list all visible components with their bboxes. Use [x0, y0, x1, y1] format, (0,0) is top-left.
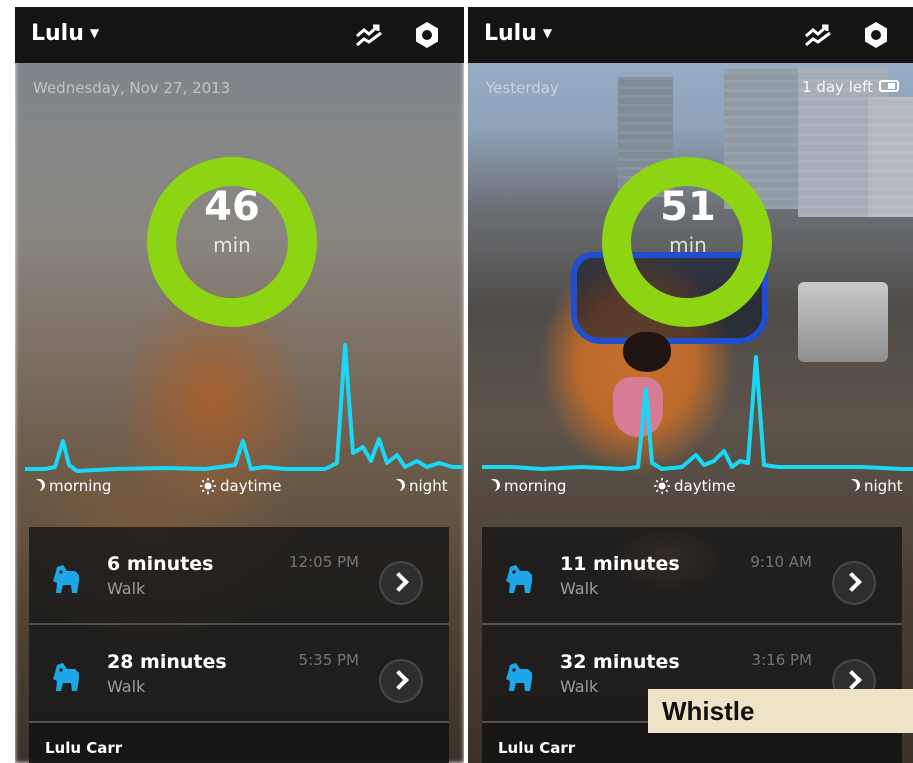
chevron-right-icon [842, 670, 862, 690]
morning-text: morning [49, 477, 112, 495]
time-of-day-labels: morning daytime night [468, 475, 913, 499]
trend-icon[interactable] [354, 21, 384, 49]
ring-minutes-value: 46 [204, 184, 260, 230]
chevron-right-icon [389, 670, 409, 690]
activity-type: Walk [560, 677, 599, 696]
night-label: night [848, 477, 903, 495]
activity-duration: 6 minutes [107, 553, 214, 575]
dog-icon [506, 565, 532, 593]
daytime-text: daytime [674, 477, 736, 495]
daytime-label: daytime [654, 477, 735, 495]
hexagon-settings-icon[interactable] [861, 20, 891, 50]
activity-time: 3:16 PM [751, 651, 812, 669]
dog-icon [53, 565, 79, 593]
right-phone-screen: Lulu ▼ Yesterday 1 day left 51 min mornin… [468, 7, 913, 763]
top-bar: Lulu ▼ [468, 7, 913, 63]
daytime-label: daytime [200, 477, 281, 495]
whistle-watermark: Whistle [648, 689, 913, 733]
activity-duration: 32 minutes [560, 651, 680, 673]
caret-down-icon: ▼ [89, 26, 100, 40]
activity-type: Walk [107, 677, 146, 696]
morning-label: morning [488, 477, 566, 495]
left-phone-screen: Lulu ▼ Wednesday, Nov 27, 2013 46 min mor… [15, 7, 464, 763]
date-label: Wednesday, Nov 27, 2013 [33, 79, 231, 97]
dog-icon [53, 663, 79, 691]
time-of-day-labels: morning daytime night [15, 475, 464, 499]
activity-time: 9:10 AM [750, 553, 812, 571]
sun-icon [200, 478, 216, 494]
activity-detail-button[interactable] [832, 561, 876, 605]
daytime-text: daytime [220, 477, 282, 495]
pet-name-label: Lulu [484, 21, 537, 46]
moon-icon [30, 480, 42, 492]
activity-detail-button[interactable] [379, 659, 423, 703]
chevron-right-icon [389, 572, 409, 592]
activity-card[interactable]: 28 minutes Walk 5:35 PM [29, 625, 449, 723]
hexagon-settings-icon[interactable] [412, 20, 442, 50]
pet-selector[interactable]: Lulu ▼ [484, 21, 552, 46]
building [868, 97, 913, 217]
activity-graph [482, 355, 913, 471]
ring-unit-label: min [213, 233, 251, 257]
owner-name: Lulu Carr [45, 739, 123, 757]
activity-detail-button[interactable] [379, 561, 423, 605]
building-windows [868, 97, 913, 217]
top-bar: Lulu ▼ [15, 7, 464, 63]
chevron-right-icon [842, 572, 862, 592]
ring-minutes-value: 51 [660, 184, 716, 230]
night-text: night [864, 477, 903, 495]
activity-time: 5:35 PM [298, 651, 359, 669]
dog-icon [506, 663, 532, 691]
morning-text: morning [504, 477, 567, 495]
activity-type: Walk [560, 579, 599, 598]
night-label: night [393, 477, 448, 495]
morning-label: morning [33, 477, 111, 495]
moon-icon [485, 480, 497, 492]
date-label: Yesterday [486, 79, 559, 97]
pet-name-label: Lulu [31, 21, 84, 46]
owner-row: Lulu Carr [29, 723, 449, 763]
caret-down-icon: ▼ [542, 26, 553, 40]
sun-icon [654, 478, 670, 494]
activity-card[interactable]: 6 minutes Walk 12:05 PM [29, 527, 449, 625]
ring-unit-label: min [669, 233, 707, 257]
owner-name: Lulu Carr [498, 739, 576, 757]
activity-list: 6 minutes Walk 12:05 PM 28 minutes Walk … [29, 527, 449, 763]
days-left-label: 1 day left [802, 78, 873, 96]
moon-icon [845, 480, 857, 492]
activity-graph [25, 343, 463, 473]
trend-icon[interactable] [803, 21, 833, 49]
activity-card[interactable]: 11 minutes Walk 9:10 AM [482, 527, 902, 625]
activity-duration: 28 minutes [107, 651, 227, 673]
activity-duration: 11 minutes [560, 553, 680, 575]
activity-type: Walk [107, 579, 146, 598]
activity-time: 12:05 PM [289, 553, 359, 571]
night-text: night [409, 477, 448, 495]
pet-selector[interactable]: Lulu ▼ [31, 21, 99, 46]
battery-icon [879, 80, 899, 92]
moon-icon [390, 480, 402, 492]
